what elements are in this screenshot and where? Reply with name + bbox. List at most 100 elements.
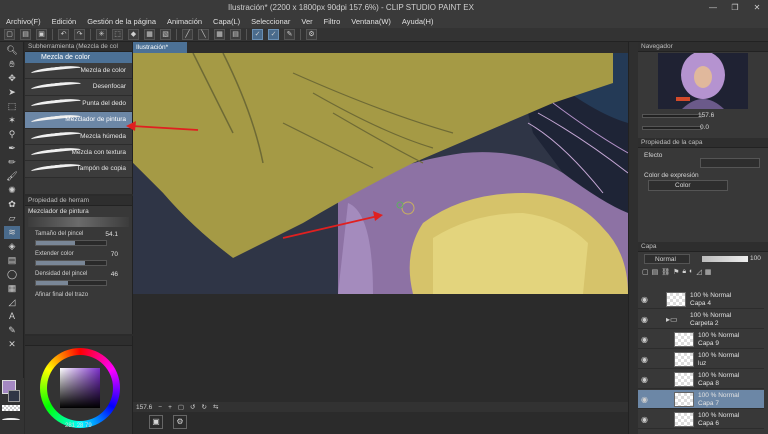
pencil-tool-icon[interactable]: ✏ [4,156,20,169]
deselect-icon[interactable]: ▦ [144,29,155,40]
minimize-button[interactable]: — [702,3,724,12]
pen-pressure-icon[interactable]: ✓ [268,29,279,40]
brush-item[interactable]: Desenfocar [25,79,132,96]
rotate-right-icon[interactable]: ↻ [201,403,206,411]
balloon-icon[interactable]: ✎ [4,324,20,337]
menu-filtro[interactable]: Filtro [324,17,341,26]
gradient-icon[interactable]: ▤ [4,254,20,267]
property-value[interactable]: 54.1 [105,231,118,238]
clear-icon[interactable]: ✳ [96,29,107,40]
property-value[interactable]: 46 [111,271,118,278]
color-layer-icon[interactable]: ▦ [705,268,712,278]
mask-icon[interactable]: ◐ [689,268,693,278]
navigator-angle-value[interactable]: 0.0 [700,124,709,131]
selection-tool-icon[interactable]: ⬚ [4,100,20,113]
new-folder-icon[interactable]: ▤ [652,268,659,278]
canvas-tab[interactable]: Ilustración* [133,42,187,53]
drawing-canvas[interactable] [133,53,628,294]
text-tool-icon[interactable]: A [4,310,20,323]
brush-item[interactable]: Mezcla con textura [25,144,132,162]
fit-icon[interactable]: ▢ [178,403,184,411]
navigator-zoom-value[interactable]: 157.6 [698,112,714,119]
transform-icon[interactable]: ⬚ [112,29,123,40]
frame-icon[interactable]: ▦ [4,282,20,295]
property-slider[interactable] [35,260,107,266]
ruler-icon[interactable]: ◿ [696,268,701,278]
zoom-in-icon[interactable]: + [168,404,172,411]
ref-layer-icon[interactable]: ⚑ [673,268,679,278]
layer-row[interactable]: ◉ 100 % Normal Capa 9 [638,330,764,349]
visibility-eye-icon[interactable]: ◉ [641,335,648,344]
clip-icon[interactable]: ⛓︎ [661,268,670,278]
menu-ver[interactable]: Ver [301,17,312,26]
decoration-icon[interactable]: ✿ [4,198,20,211]
flip-icon[interactable]: ⇆ [213,403,218,411]
layer-folder-row[interactable]: ◉ ▸▭ 100 % Normal Carpeta 2 [638,310,764,329]
brush-item[interactable]: Mezcla de color [25,63,132,80]
maximize-button[interactable]: ❐ [724,3,746,12]
stabilize-icon[interactable]: ✓ [252,29,263,40]
lock-icon[interactable]: 🔒︎ [682,268,686,278]
menu-ventana[interactable]: Ventana(W) [351,17,391,26]
eraser-icon[interactable]: ▱ [4,212,20,225]
invert-selection-icon[interactable]: ▧ [160,29,171,40]
operation-tool-icon[interactable]: ➤ [4,86,20,99]
redo-icon[interactable]: ↷ [74,29,85,40]
zoom-tool-icon[interactable]: 🔍︎ [4,44,20,57]
menu-archivo[interactable]: Archivo(F) [6,17,41,26]
layer-row[interactable]: ◉ 100 % Normal Capa 8 [638,370,764,389]
snap-perspective-icon[interactable]: ▤ [230,29,241,40]
sub-color-chip[interactable] [8,390,20,402]
snap-special-ruler-icon[interactable]: ╲ [198,29,209,40]
navigator-zoom-slider[interactable] [642,114,702,118]
effect-buttons[interactable] [700,158,760,168]
visibility-eye-icon[interactable]: ◉ [641,295,648,304]
open-icon[interactable]: ▤ [20,29,31,40]
quick-access-icon[interactable]: ⚙ [306,29,317,40]
layer-row[interactable]: ◉ 100 % Normal Capa 7 [638,390,764,409]
opacity-slider[interactable] [702,256,748,262]
save-icon[interactable]: ▣ [36,29,47,40]
airbrush-icon[interactable]: ✺ [4,184,20,197]
figure-icon[interactable]: ◯ [4,268,20,281]
rotate-left-icon[interactable]: ↺ [190,403,195,411]
subtool-group-tab[interactable]: Mezcla de color [25,52,132,63]
brush-item[interactable]: Mezcla húmeda [25,128,132,145]
visibility-eye-icon[interactable]: ◉ [641,355,648,364]
footer-tool-icon[interactable]: ▣ [149,415,163,429]
zoom-readout[interactable]: 157.6 [136,404,152,411]
undo-icon[interactable]: ↶ [58,29,69,40]
blend-mode-select[interactable]: Normal [644,254,690,264]
property-value[interactable]: 70 [111,251,118,258]
menu-animacion[interactable]: Animación [167,17,202,26]
property-slider[interactable] [35,280,107,286]
color-wheel[interactable] [40,348,120,428]
brush-item[interactable]: Mezclador de pintura [25,112,132,129]
brush-item[interactable]: Tampón de copia [25,161,132,178]
new-file-icon[interactable]: ▢ [4,29,15,40]
transparent-chip[interactable] [2,405,20,411]
ruler-icon[interactable]: ◿ [4,296,20,309]
folder-icon[interactable]: ▸▭ [666,315,678,324]
panel-scrollbar[interactable] [628,42,638,434]
move-tool-icon[interactable]: ✥ [4,72,20,85]
correct-line-icon[interactable]: ✕ [4,338,20,351]
property-slider[interactable] [35,240,107,246]
layer-row[interactable]: ◉ 100 % Normal Capa 6 [638,410,764,429]
layer-row[interactable]: ◉ 100 % Normal Capa 4 [638,290,764,309]
saturation-value-square[interactable] [60,368,100,408]
blend-tool-icon[interactable]: ≋ [4,226,20,239]
magic-wand-icon[interactable]: ✶ [4,114,20,127]
eyedropper-icon[interactable]: ⚲ [4,128,20,141]
brush-tool-icon[interactable]: 🖌︎ [4,170,20,183]
snap-grid-icon[interactable]: ▦ [214,29,225,40]
visibility-eye-icon[interactable]: ◉ [641,415,648,424]
fill-icon[interactable]: ◆ [128,29,139,40]
new-layer-icon[interactable]: ▢ [642,268,649,278]
pen-tool-icon[interactable]: ✒ [4,142,20,155]
footer-settings-icon[interactable]: ⚙ [173,415,187,429]
visibility-eye-icon[interactable]: ◉ [641,395,648,404]
navigator-thumbnail[interactable] [658,53,748,109]
visibility-eye-icon[interactable]: ◉ [641,375,648,384]
menu-ayuda[interactable]: Ayuda(H) [402,17,434,26]
